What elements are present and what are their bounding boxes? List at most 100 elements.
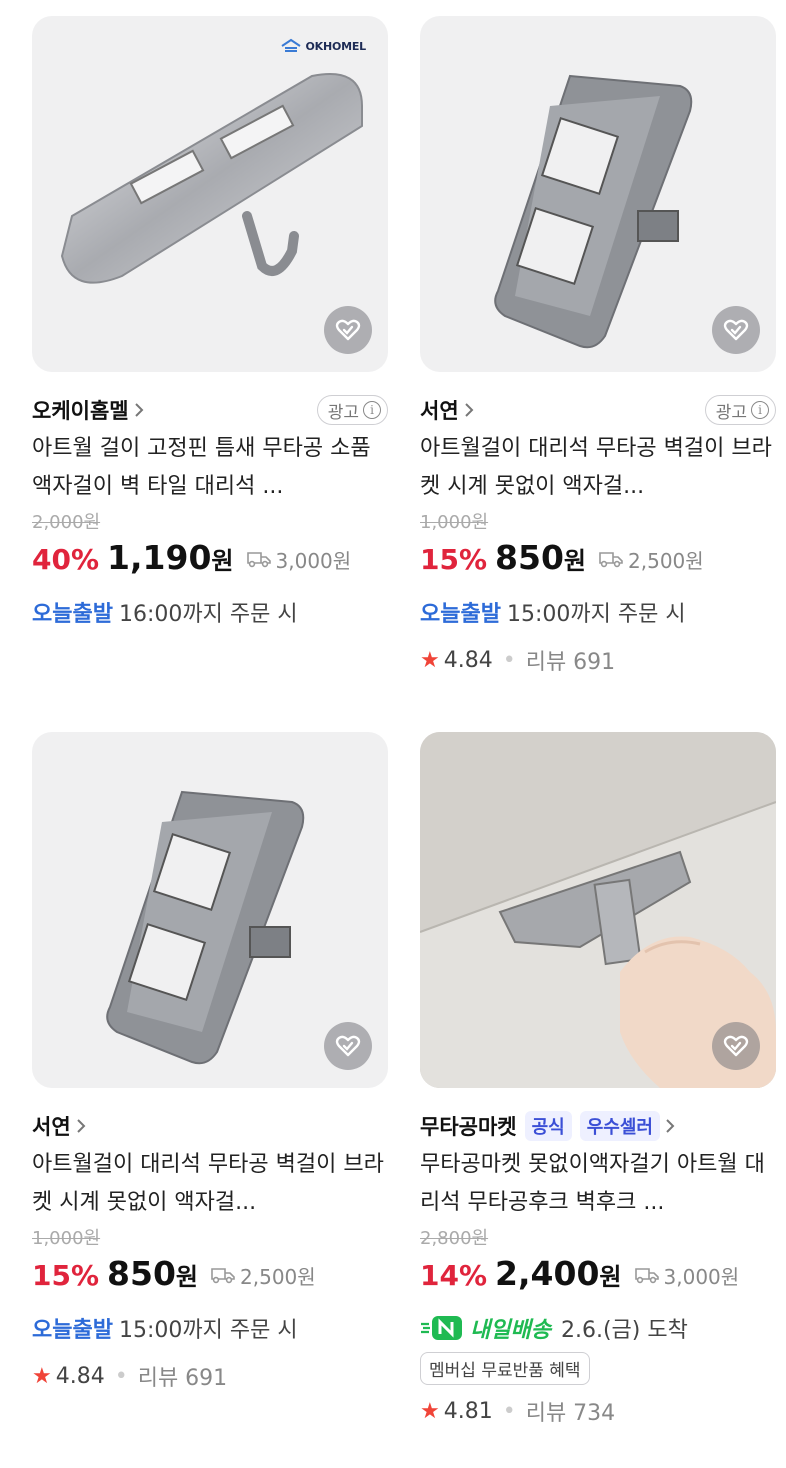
house-icon bbox=[281, 38, 302, 52]
delivery-text: 15:00까지 주문 시 bbox=[118, 1318, 298, 1343]
star-icon: ★ bbox=[420, 647, 440, 673]
truck-icon bbox=[211, 1268, 235, 1284]
ad-badge[interactable]: 광고 i bbox=[704, 395, 776, 425]
currency-unit: 원 bbox=[599, 1263, 622, 1291]
ad-label: 광고 bbox=[715, 402, 747, 423]
info-icon: i bbox=[751, 401, 769, 419]
original-price: 2,000원 bbox=[32, 512, 101, 533]
shipping-fee-text: 2,500원 bbox=[240, 1264, 316, 1289]
truck-icon bbox=[634, 1268, 659, 1284]
product-card[interactable]: 무타공마켓 공식 우수셀러 무타공마켓 못없이액자걸기 아트월 대리석 무타공후… bbox=[420, 732, 776, 1431]
chevron-right-icon bbox=[75, 1117, 87, 1135]
separator-dot: • bbox=[114, 1363, 128, 1389]
today-shipping-badge: 오늘출발 bbox=[32, 602, 113, 627]
delivery-text: 16:00까지 주문 시 bbox=[118, 602, 298, 627]
seller-name[interactable]: 오케이홈멜 bbox=[32, 395, 129, 425]
seller-name[interactable]: 무타공마켓 bbox=[420, 1111, 517, 1141]
naver-delivery-icon bbox=[421, 1316, 462, 1340]
delivery-info: 오늘출발 15:00까지 주문 시 bbox=[420, 592, 776, 632]
shipping-fee-text: 2,500원 bbox=[628, 548, 704, 573]
product-image[interactable]: OKHOMEL bbox=[32, 16, 388, 372]
price-row: 14% 2,400 원 3,000원 bbox=[420, 1254, 776, 1298]
discount-rate: 40% bbox=[32, 543, 100, 576]
review-count[interactable]: 리뷰 691 bbox=[138, 1360, 227, 1392]
shipping-fee: 3,000원 bbox=[634, 1261, 739, 1290]
rating-row: ★ 4.84 • 리뷰 691 bbox=[420, 640, 776, 680]
wishlist-button[interactable] bbox=[712, 306, 760, 354]
heart-check-icon bbox=[723, 319, 749, 341]
product-card[interactable]: 서연 광고 i 아트월걸이 대리석 무타공 벽걸이 브라켓 시계 못없이 액자걸.… bbox=[420, 16, 776, 680]
rating-row: ★ 4.81 • 리뷰 734 bbox=[420, 1391, 776, 1431]
chevron-right-icon bbox=[463, 401, 475, 419]
original-price: 2,800원 bbox=[420, 1228, 489, 1249]
separator-dot: • bbox=[502, 1398, 516, 1424]
brand-logo: OKHOMEL bbox=[280, 38, 366, 54]
separator-dot: • bbox=[502, 647, 516, 673]
wishlist-button[interactable] bbox=[712, 1022, 760, 1070]
currency-unit: 원 bbox=[211, 547, 234, 575]
price-row: 40% 1,190 원 3,000원 bbox=[32, 538, 388, 582]
benefit-row: 멤버십 무료반품 혜택 bbox=[420, 1348, 776, 1385]
review-count[interactable]: 리뷰 691 bbox=[526, 644, 615, 676]
rating-value: 4.84 bbox=[55, 1363, 105, 1389]
seller-name[interactable]: 서연 bbox=[420, 395, 459, 425]
chevron-right-icon bbox=[664, 1117, 676, 1135]
delivery-info: 오늘출발 15:00까지 주문 시 bbox=[32, 1308, 388, 1348]
sale-price: 850 bbox=[107, 1254, 176, 1293]
chevron-right-icon bbox=[133, 401, 145, 419]
shipping-fee: 3,000원 bbox=[246, 545, 352, 574]
today-shipping-badge: 오늘출발 bbox=[420, 602, 501, 627]
original-price: 1,000원 bbox=[420, 512, 489, 533]
currency-unit: 원 bbox=[175, 1263, 199, 1291]
wishlist-button[interactable] bbox=[324, 306, 372, 354]
shipping-fee-text: 3,000원 bbox=[275, 548, 352, 573]
product-card[interactable]: 서연 아트월걸이 대리석 무타공 벽걸이 브라켓 시계 못없이 액자걸... 1… bbox=[32, 732, 388, 1396]
price-row: 15% 850 원 2,500원 bbox=[420, 538, 776, 582]
product-title[interactable]: 아트월 걸이 고정핀 틈새 무타공 소품 액자걸이 벽 타일 대리석 ... bbox=[32, 430, 388, 506]
brand-logo-text: OKHOMEL bbox=[305, 39, 366, 53]
product-title[interactable]: 아트월걸이 대리석 무타공 벽걸이 브라켓 시계 못없이 액자걸... bbox=[420, 430, 776, 506]
truck-icon bbox=[246, 552, 271, 568]
heart-check-icon bbox=[335, 1035, 361, 1057]
product-card[interactable]: OKHOMEL 오케이홈멜 광고 i 아트월 걸이 고정핀 틈새 무타공 소품 액… bbox=[32, 16, 388, 632]
seller-row[interactable]: 오케이홈멜 광고 i bbox=[32, 394, 388, 426]
ad-badge[interactable]: 광고 i bbox=[316, 395, 388, 425]
rating-value: 4.84 bbox=[443, 647, 493, 673]
delivery-info: 오늘출발 16:00까지 주문 시 bbox=[32, 592, 388, 632]
product-image[interactable] bbox=[420, 732, 776, 1088]
sale-price: 2,400 bbox=[495, 1254, 600, 1293]
delivery-info: 내일배송 2.6.(금) 도착 bbox=[420, 1308, 776, 1348]
seller-name[interactable]: 서연 bbox=[32, 1111, 71, 1141]
discount-rate: 15% bbox=[420, 543, 488, 576]
star-icon: ★ bbox=[32, 1363, 52, 1389]
heart-check-icon bbox=[723, 1035, 749, 1057]
heart-check-icon bbox=[335, 319, 361, 341]
sale-price: 850 bbox=[495, 538, 564, 577]
review-count[interactable]: 리뷰 734 bbox=[526, 1395, 615, 1427]
rating-value: 4.81 bbox=[443, 1398, 493, 1424]
product-title[interactable]: 무타공마켓 못없이액자걸기 아트월 대리석 무타공후크 벽후크 ... bbox=[420, 1146, 776, 1222]
seller-row[interactable]: 서연 광고 i bbox=[420, 394, 776, 426]
ad-label: 광고 bbox=[327, 402, 359, 423]
discount-rate: 14% bbox=[420, 1259, 488, 1292]
info-icon: i bbox=[363, 401, 381, 419]
rating-row: ★ 4.84 • 리뷰 691 bbox=[32, 1356, 388, 1396]
discount-rate: 15% bbox=[32, 1259, 100, 1292]
tomorrow-delivery-badge: 내일배송 bbox=[420, 1312, 551, 1344]
delivery-text: 2.6.(금) 도착 bbox=[560, 1318, 688, 1343]
original-price: 1,000원 bbox=[32, 1228, 101, 1249]
product-image[interactable] bbox=[420, 16, 776, 372]
today-shipping-badge: 오늘출발 bbox=[32, 1318, 113, 1343]
product-title[interactable]: 아트월걸이 대리석 무타공 벽걸이 브라켓 시계 못없이 액자걸... bbox=[32, 1146, 388, 1222]
shipping-fee: 2,500원 bbox=[210, 1261, 316, 1290]
delivery-text: 15:00까지 주문 시 bbox=[506, 602, 686, 627]
seller-row[interactable]: 서연 bbox=[32, 1110, 388, 1142]
membership-benefit-badge: 멤버십 무료반품 혜택 bbox=[420, 1352, 590, 1385]
sale-price: 1,190 bbox=[107, 538, 212, 577]
seller-row[interactable]: 무타공마켓 공식 우수셀러 bbox=[420, 1110, 776, 1142]
wishlist-button[interactable] bbox=[324, 1022, 372, 1070]
top-seller-badge: 우수셀러 bbox=[579, 1111, 660, 1141]
star-icon: ★ bbox=[420, 1398, 440, 1424]
product-image[interactable] bbox=[32, 732, 388, 1088]
currency-unit: 원 bbox=[563, 547, 587, 575]
